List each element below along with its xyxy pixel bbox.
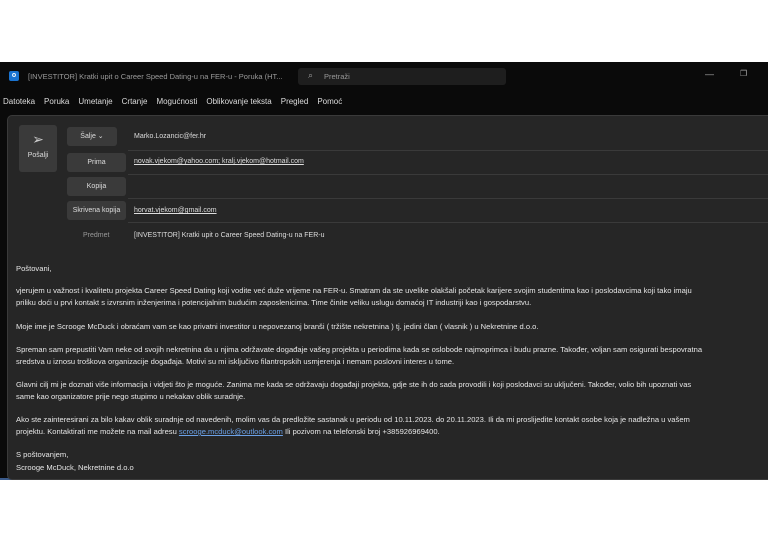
signature: Scrooge McDuck, Nekretnine d.o.o [16, 463, 134, 472]
to-field[interactable]: novak.vjekom@yahoo.com; kralj.vjekom@hot… [134, 158, 304, 165]
text: projektu. Kontaktirati me možete na mail… [16, 427, 179, 436]
tab-datoteka[interactable]: Datoteka [3, 92, 35, 112]
closing: S poštovanjem, [16, 450, 69, 459]
tab-pregled[interactable]: Pregled [281, 92, 309, 112]
bcc-field[interactable]: horvat.vjekom@gmail.com [134, 207, 217, 214]
tab-crtanje[interactable]: Crtanje [122, 92, 148, 112]
divider [128, 174, 768, 175]
divider [128, 150, 768, 151]
paragraph-line: projektu. Kontaktirati me možete na mail… [16, 427, 440, 436]
search-placeholder: Pretraži [324, 72, 350, 81]
paragraph-line: Moje ime je Scrooge McDuck i obraćam vam… [16, 322, 539, 331]
search-box[interactable]: ⌕ Pretraži [298, 68, 506, 85]
from-value: Marko.Lozancic@fer.hr [134, 133, 207, 140]
outlook-window: o [INVESTITOR] Kratki upit o Career Spee… [0, 62, 768, 480]
paragraph-line: Ako ste zainteresirani za bilo kakav obl… [16, 415, 690, 424]
paragraph-line: Spreman sam prepustiti Vam neke od svoji… [16, 345, 703, 354]
email-link[interactable]: scrooge.mcduck@outlook.com [179, 427, 283, 436]
search-icon: ⌕ [308, 70, 314, 80]
divider [128, 198, 768, 199]
cc-field[interactable] [134, 182, 734, 192]
tab-pomoc[interactable]: Pomoć [317, 92, 342, 112]
window-title: [INVESTITOR] Kratki upit o Career Speed … [28, 72, 283, 81]
greeting: Poštovani, [16, 264, 52, 273]
paragraph-line: same kao organizatore prije nego stupimo… [16, 392, 246, 401]
from-button[interactable]: Šalje ⌄ [67, 127, 117, 146]
subject-label: Predmet [83, 232, 110, 239]
tab-mogucnosti[interactable]: Mogućnosti [156, 92, 197, 112]
outlook-icon: o [9, 71, 19, 81]
bcc-button[interactable]: Skrivena kopija [67, 201, 126, 220]
divider [128, 222, 768, 223]
paragraph-line: priliku doći u prvi kontakt s izvrsnim i… [16, 298, 532, 307]
subject-field[interactable]: [INVESTITOR] Kratki upit o Career Speed … [134, 232, 325, 239]
send-button[interactable]: ➢ Pošalji [19, 125, 57, 172]
minimize-button[interactable]: — [705, 69, 714, 79]
restore-button[interactable]: ❐ [740, 69, 747, 78]
to-button[interactable]: Prima [67, 153, 126, 172]
tab-umetanje[interactable]: Umetanje [78, 92, 112, 112]
tab-poruka[interactable]: Poruka [44, 92, 69, 112]
text: Ili pozivom na telefonski broj +38592696… [282, 427, 440, 436]
paragraph-line: Glavni cilj mi je doznati više informaci… [16, 380, 692, 389]
send-icon: ➢ [32, 131, 44, 147]
cc-button[interactable]: Kopija [67, 177, 126, 196]
ribbon-tabs: Datoteka Poruka Umetanje Crtanje Mogućno… [0, 92, 348, 112]
send-label: Pošalji [27, 152, 49, 159]
paragraph-line: vjerujem u važnost i kvalitetu projekta … [16, 286, 692, 295]
compose-pane: ➢ Pošalji Šalje ⌄ Marko.Lozancic@fer.hr … [7, 115, 768, 480]
tab-oblikovanje-teksta[interactable]: Oblikovanje teksta [206, 92, 271, 112]
paragraph-line: sredstva u iznosu troškova organizacije … [16, 357, 455, 366]
title-bar: o [INVESTITOR] Kratki upit o Career Spee… [0, 62, 768, 90]
